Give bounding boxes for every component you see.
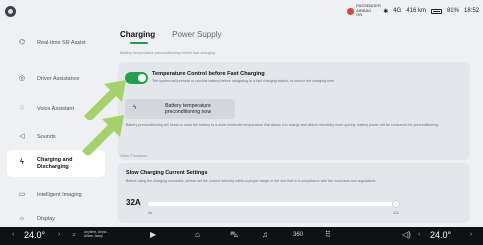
apps-icon[interactable]: ⠿: [325, 230, 331, 239]
media-app-icon: ♫: [72, 232, 76, 238]
sidebar-item-real-time-sr-assist[interactable]: ⌬ Real-time SR Assist: [7, 30, 105, 57]
voice-icon: ♢: [18, 105, 26, 113]
steering-icon: ⌬: [18, 39, 26, 47]
charging-icon: ϟ: [20, 159, 24, 167]
range-text: 416 km: [406, 8, 426, 14]
sidebar-item-display[interactable]: ☼ Display: [7, 210, 105, 228]
signal-indicator: 4G: [393, 8, 402, 14]
temp-control-desc: The system will preheat or cool the batt…: [152, 79, 334, 83]
bottom-dock: ‹ 24.0° › ♫ Anytime, Anyw... Alisen Jack…: [0, 227, 483, 245]
media-artist: Alisen Jacky: [84, 234, 103, 238]
preconditioning-card: Temperature Control before Fast Charging…: [118, 62, 470, 160]
sidebar-item-label: Charging and Discharging: [37, 157, 73, 170]
slow-charging-desc: Before using the charging connector, ple…: [126, 179, 377, 183]
right-temp-down-icon[interactable]: ‹: [418, 231, 420, 238]
section-caption: Battery temperature preconditioning befo…: [120, 51, 215, 55]
precondition-icon: ϟ: [133, 105, 137, 111]
music-icon[interactable]: ♫: [262, 230, 268, 239]
media-info[interactable]: Anytime, Anyw... Alisen Jacky: [84, 230, 109, 238]
status-bar: PASSENGER AIRBAG ON ✱ 4G 416 km 81% 18:5…: [0, 0, 483, 22]
display-icon: ☼: [18, 214, 26, 222]
precondition-desc: Battery preconditioning will heats or co…: [126, 123, 439, 127]
current-value: 32A: [126, 198, 141, 207]
clock: 18:52: [463, 8, 479, 14]
camera-icon: ▭: [18, 191, 26, 199]
car-icon[interactable]: ⛍: [230, 230, 238, 240]
airbag-indicator: PASSENGER AIRBAG ON: [347, 3, 381, 18]
battery-icon: [430, 8, 442, 14]
precondition-label: Battery temperature preconditioning now: [164, 103, 212, 115]
airbag-icon: [347, 7, 355, 15]
left-temp-down-icon[interactable]: ‹: [12, 231, 14, 238]
battery-percent: 81%: [446, 8, 459, 14]
status-indicators: PASSENGER AIRBAG ON ✱ 4G 416 km 81% 18:5…: [347, 3, 479, 18]
play-icon[interactable]: ▶: [150, 230, 156, 239]
slider-thumb[interactable]: [392, 200, 400, 208]
tab-bar: Charging Power Supply: [120, 30, 221, 44]
left-temperature[interactable]: 24.0°: [24, 230, 45, 240]
home-icon[interactable]: ⌂: [195, 230, 200, 239]
pointer-arrow-precondition: [82, 115, 124, 155]
airbag-text: PASSENGER AIRBAG ON: [356, 3, 381, 18]
slider-max-label: 32A: [393, 211, 400, 215]
right-temperature[interactable]: 24.0°: [430, 230, 451, 240]
left-temp-up-icon[interactable]: ›: [58, 231, 60, 238]
sidebar-item-label: Sounds: [37, 134, 56, 141]
sidebar-item-label: Real-time SR Assist: [37, 40, 86, 47]
assist-icon: ◎: [18, 75, 26, 83]
screen: PASSENGER AIRBAG ON ✱ 4G 416 km 81% 18:5…: [0, 0, 483, 245]
precondition-now-button[interactable]: ϟ Battery temperature preconditioning no…: [125, 99, 235, 119]
temp-control-title: Temperature Control before Fast Charging: [152, 71, 265, 77]
charging-panel: Charging Power Supply Battery temperatur…: [112, 26, 472, 226]
speaker-icon: ◁: [19, 133, 25, 141]
sidebar-item-label: Intelligent Imaging: [37, 192, 82, 199]
current-slider[interactable]: [148, 200, 400, 208]
slow-charging-title: Slow Charging Current Settings: [126, 170, 208, 176]
slow-charging-card: Slow Charging Current Settings Before us…: [118, 163, 470, 223]
sidebar-item-intelligent-imaging[interactable]: ▭ Intelligent Imaging: [7, 182, 105, 209]
right-temp-up-icon[interactable]: ›: [470, 231, 472, 238]
brand-logo-icon: [5, 6, 16, 17]
volume-icon[interactable]: ◁): [402, 230, 411, 239]
bluetooth-icon: ✱: [383, 8, 389, 15]
slider-min-label: 6A: [148, 211, 153, 215]
360-icon[interactable]: 360: [293, 232, 303, 238]
tab-charging[interactable]: Charging: [120, 30, 155, 44]
tab-power-supply[interactable]: Power Supply: [172, 30, 221, 39]
sidebar-item-label: Display: [37, 215, 56, 222]
